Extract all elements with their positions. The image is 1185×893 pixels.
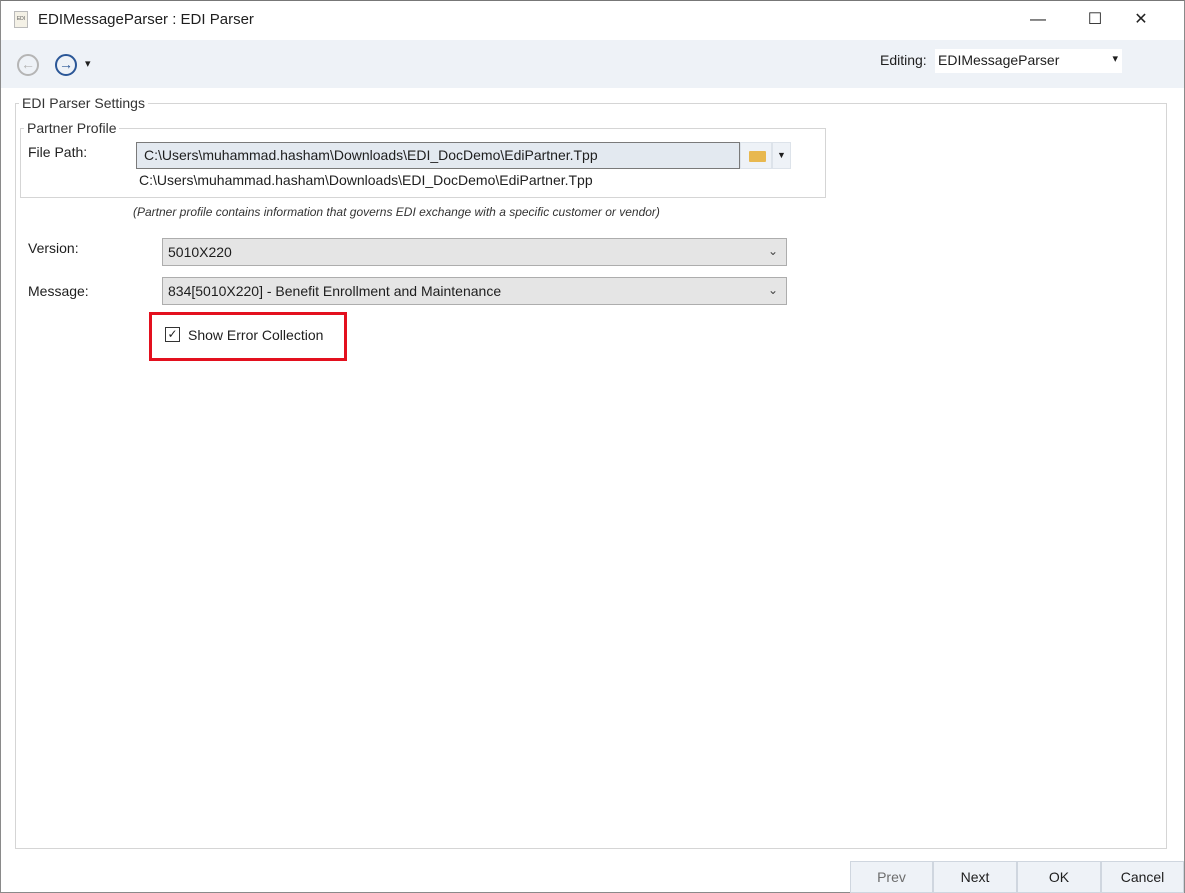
chevron-down-icon: ⌄ (767, 244, 778, 258)
minimize-button[interactable]: — (1015, 6, 1061, 34)
forward-icon[interactable]: → (55, 54, 77, 76)
edi-document-icon: EDI (14, 11, 28, 28)
editing-label: Editing: (880, 52, 927, 68)
show-error-label[interactable]: Show Error Collection (188, 327, 323, 343)
file-path-display: C:\Users\muhammad.hasham\Downloads\EDI_D… (139, 172, 593, 188)
back-icon[interactable]: ← (17, 54, 39, 76)
editing-select[interactable]: EDIMessageParser ▾ (935, 49, 1122, 73)
file-path-label: File Path: (28, 144, 88, 160)
file-path-dropdown-button[interactable]: ▼ (772, 142, 791, 169)
editing-value: EDIMessageParser (938, 52, 1060, 68)
ok-button[interactable]: OK (1017, 861, 1101, 893)
show-error-checkbox[interactable]: ✓ (165, 327, 180, 342)
cancel-button[interactable]: Cancel (1101, 861, 1184, 893)
version-value: 5010X220 (168, 244, 232, 260)
folder-icon (749, 151, 766, 162)
chevron-down-icon: ▾ (1112, 53, 1118, 65)
close-button[interactable]: ✕ (1118, 6, 1164, 34)
message-select[interactable]: 834[5010X220] - Benefit Enrollment and M… (162, 277, 787, 305)
message-label: Message: (28, 283, 89, 299)
window-title: EDIMessageParser : EDI Parser (38, 11, 254, 28)
next-button[interactable]: Next (933, 861, 1017, 893)
version-label: Version: (28, 240, 79, 256)
maximize-button[interactable]: ☐ (1072, 6, 1118, 34)
message-value: 834[5010X220] - Benefit Enrollment and M… (168, 283, 502, 299)
forward-dropdown-icon[interactable]: ▾ (85, 57, 91, 70)
browse-button[interactable] (740, 142, 772, 169)
prev-button[interactable]: Prev (850, 861, 933, 893)
partner-profile-title: Partner Profile (24, 120, 120, 136)
chevron-down-icon: ⌄ (767, 283, 778, 297)
file-path-input[interactable]: C:\Users\muhammad.hasham\Downloads\EDI_D… (136, 142, 740, 169)
partner-note: (Partner profile contains information th… (133, 205, 660, 219)
version-select[interactable]: 5010X220 ⌄ (162, 238, 787, 266)
settings-group-title: EDI Parser Settings (19, 95, 148, 111)
